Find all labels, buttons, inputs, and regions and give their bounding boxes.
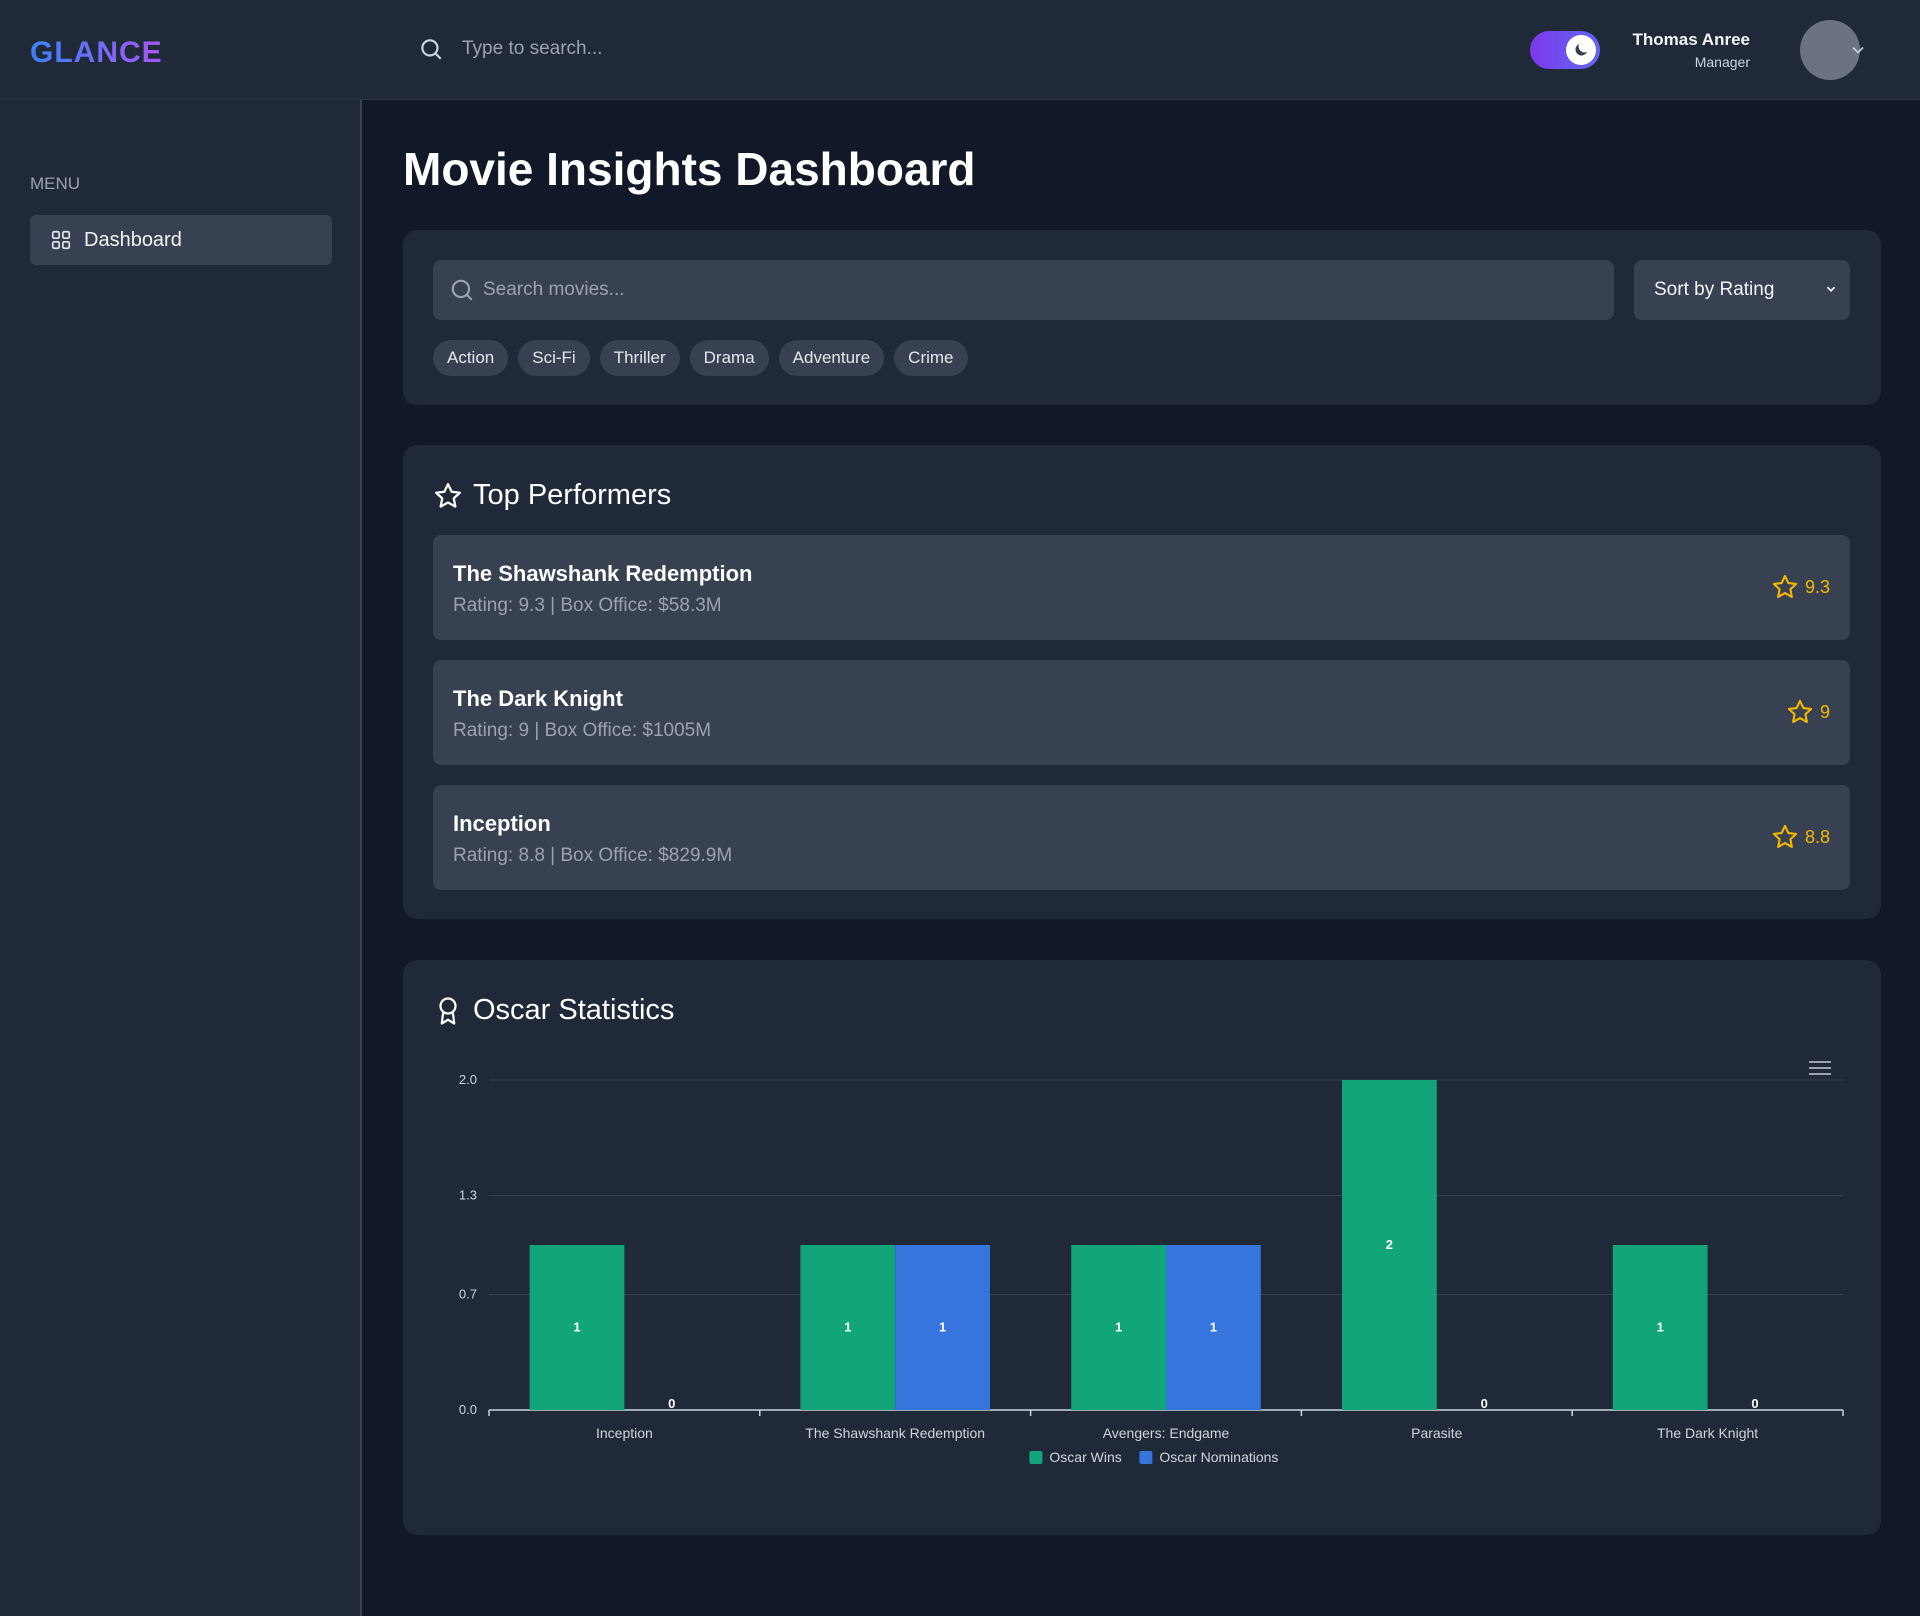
top-performers-heading: Top Performers: [433, 479, 671, 512]
top-performers-card: Top Performers The Shawshank Redemption …: [403, 445, 1881, 919]
legend-swatch: [1139, 1451, 1153, 1464]
sidebar: MENU Dashboard: [0, 100, 362, 1616]
moon-icon: [1575, 44, 1587, 56]
movie-search-input[interactable]: [483, 279, 1383, 301]
x-tick-label: Avengers: Endgame: [1103, 1425, 1230, 1441]
section-title: Oscar Statistics: [473, 994, 675, 1026]
toggle-knob: [1566, 35, 1596, 65]
y-tick-label: 0.7: [459, 1287, 477, 1302]
data-label: 1: [573, 1320, 580, 1335]
movie-title: The Dark Knight: [453, 686, 623, 711]
movie-meta: Rating: 9 | Box Office: $1005M: [453, 720, 712, 741]
genre-tag-adventure[interactable]: Adventure: [778, 340, 885, 376]
data-label: 0: [1481, 1396, 1488, 1411]
global-search[interactable]: [418, 36, 862, 62]
performer-item[interactable]: Inception Rating: 8.8 | Box Office: $829…: [433, 785, 1850, 890]
oscar-bar-chart: 0.0 0.7 1.3 2.0 1 0 Inception 1 1 The Shawshank R…: [459, 1072, 1844, 1465]
grid-icon: [51, 230, 71, 250]
chevron-down-icon[interactable]: [1848, 40, 1868, 60]
legend-label: Oscar Wins: [1049, 1449, 1121, 1465]
user-role: Manager: [1694, 54, 1750, 70]
star-icon: [435, 482, 461, 508]
genre-tag-crime[interactable]: Crime: [894, 340, 968, 376]
sort-select[interactable]: Sort by Rating: [1634, 260, 1850, 320]
oscar-heading: Oscar Statistics: [433, 994, 674, 1027]
genre-tags: Action Sci-Fi Thriller Drama Adventure C…: [433, 340, 968, 376]
award-icon: [439, 996, 457, 1025]
genre-tag-action[interactable]: Action: [433, 340, 509, 376]
data-label: 1: [1115, 1320, 1122, 1335]
x-tick-label: The Shawshank Redemption: [805, 1425, 985, 1441]
y-tick-label: 1.3: [459, 1188, 477, 1203]
genre-tag-drama[interactable]: Drama: [689, 340, 769, 376]
menu-label: MENU: [30, 174, 81, 193]
movie-title: The Shawshank Redemption: [453, 561, 753, 586]
movie-rating: 9: [1786, 698, 1830, 726]
rating-value: 9: [1819, 701, 1830, 722]
search-icon: [451, 279, 473, 301]
global-search-input[interactable]: [462, 38, 862, 60]
star-icon: [1772, 574, 1798, 598]
oscar-statistics-card: Oscar Statistics 0.0 0.7 1.3 2.0 1 0 Inception…: [403, 960, 1881, 1535]
x-tick-label: The Dark Knight: [1657, 1425, 1758, 1441]
genre-tag-sci-fi[interactable]: Sci-Fi: [518, 340, 590, 376]
rating-value: 9.3: [1804, 576, 1830, 597]
movie-rating: 9.3: [1771, 573, 1830, 601]
user-name: Thomas Anree: [1632, 30, 1750, 49]
search-icon: [421, 39, 442, 60]
star-icon: [1787, 699, 1813, 723]
movie-rating: 8.8: [1771, 823, 1830, 851]
sidebar-item-label: Dashboard: [84, 228, 182, 251]
data-label: 1: [939, 1320, 946, 1335]
top-header: GLANCE Thomas Anree Manager: [0, 0, 1920, 100]
movie-meta: Rating: 8.8 | Box Office: $829.9M: [453, 845, 733, 866]
sort-select-value: Sort by Rating: [1654, 279, 1775, 300]
app-logo[interactable]: GLANCE: [30, 36, 163, 70]
rating-value: 8.8: [1804, 826, 1830, 847]
data-label: 1: [1657, 1320, 1664, 1335]
y-tick-label: 0.0: [459, 1402, 477, 1417]
dark-mode-toggle[interactable]: [1530, 31, 1600, 69]
star-icon: [1772, 824, 1798, 848]
legend-swatch: [1029, 1451, 1043, 1464]
legend-label: Oscar Nominations: [1159, 1449, 1278, 1465]
page-title: Movie Insights Dashboard: [403, 143, 976, 195]
filter-card: Sort by Rating Action Sci-Fi Thriller Dr…: [403, 230, 1881, 405]
section-title: Top Performers: [473, 479, 672, 511]
data-label: 0: [668, 1396, 675, 1411]
x-tick-label: Parasite: [1411, 1425, 1463, 1441]
sidebar-item-dashboard[interactable]: Dashboard: [30, 215, 332, 265]
performer-item[interactable]: The Shawshank Redemption Rating: 9.3 | B…: [433, 535, 1850, 640]
data-label: 2: [1386, 1237, 1393, 1252]
data-label: 0: [1751, 1396, 1758, 1411]
movie-meta: Rating: 9.3 | Box Office: $58.3M: [453, 595, 722, 616]
performer-item[interactable]: The Dark Knight Rating: 9 | Box Office: …: [433, 660, 1850, 765]
movie-title: Inception: [453, 811, 551, 836]
y-tick-label: 2.0: [459, 1072, 477, 1087]
x-tick-label: Inception: [596, 1425, 653, 1441]
data-label: 1: [1210, 1320, 1217, 1335]
chevron-down-icon: [1826, 286, 1836, 292]
data-label: 1: [844, 1320, 851, 1335]
user-info[interactable]: Thomas Anree Manager: [1633, 30, 1750, 70]
genre-tag-thriller[interactable]: Thriller: [599, 340, 680, 376]
movie-search[interactable]: [433, 260, 1614, 320]
